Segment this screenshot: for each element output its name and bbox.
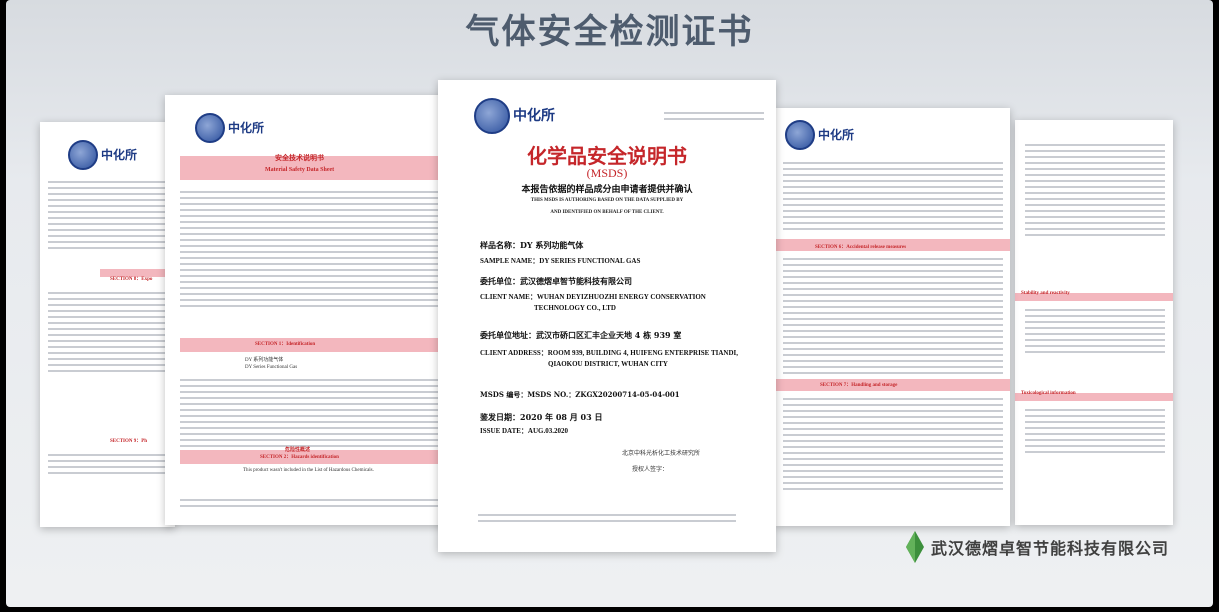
section-heading: SECTION 9：Ph — [110, 439, 148, 444]
client-name-en-2: TECHNOLOGY CO., LTD — [534, 304, 616, 312]
document-far-left: 中化所 SECTION 8：Expo SECTION 9：Ph — [40, 122, 175, 527]
institute-logo: 中化所 — [785, 120, 854, 150]
doc-reference — [664, 108, 764, 124]
section-heading: SECTION 6：Accidental release measures — [815, 245, 907, 250]
company-name: 武汉德熠卓智节能科技有限公司 — [931, 539, 1170, 558]
signatory-label: 授权人签字： — [632, 466, 669, 473]
hazard-title-cn: 危险性概述 — [285, 448, 311, 453]
doc-body-text — [48, 450, 168, 478]
logo-icon — [68, 140, 98, 170]
institute-logo: 中化所 — [68, 140, 137, 170]
sample-name-cn: 样品名称：DY 系列功能气体 — [480, 240, 584, 250]
logo-icon — [785, 120, 815, 150]
client-address-cn: 委托单位地址：武汉市硚口区汇丰企业天地 4 栋 939 室 — [480, 330, 682, 340]
section-heading: SECTION 2：Hazards identification — [260, 455, 339, 460]
logo-text: 中化所 — [228, 121, 265, 135]
hazard-text: This product wasn't included in the List… — [243, 468, 374, 473]
msds-number: MSDS 编号：MSDS NO.：ZKGX20200714-05-04-001 — [480, 390, 680, 399]
institute-name: 北京中科光析化工技术研究所 — [622, 450, 701, 457]
doc-body-text — [48, 177, 168, 253]
doc-subtitle-en-1: THIS MSDS IS AUTHORING BASED ON THE DATA… — [530, 198, 684, 203]
product-name-en: DY Series Functional Gas — [245, 365, 298, 370]
document-center: 中化所 化学品安全说明书 (MSDS) 本报告依据的样品成分由申请者提供并确认 … — [438, 80, 776, 552]
logo-text: 中化所 — [101, 148, 138, 162]
sample-name-en: SAMPLE NAME：DY SERIES FUNCTIONAL GAS — [480, 257, 641, 265]
institute-logo: 中化所 — [195, 113, 264, 143]
doc-subtitle-cn: 本报告依据的样品成分由申请者提供并确认 — [521, 185, 693, 195]
section-heading: Stability and reactivity — [1021, 291, 1070, 296]
document-right: 中化所 SECTION 6：Accidental release measure… — [775, 108, 1010, 526]
doc-body-text — [180, 375, 440, 451]
doc-title-cn: 化学品安全说明书 — [527, 144, 687, 168]
leaf-logo-icon — [906, 531, 924, 563]
doc-body-text — [783, 394, 1003, 494]
doc-title-en: Material Safety Data Sheet — [265, 167, 335, 173]
document-far-right: Stability and reactivity Toxicological i… — [1015, 120, 1173, 525]
screenshot-stage: 气体安全检测证书 中化所 SECTION 8：Expo SECTION 9：Ph… — [0, 0, 1219, 612]
doc-body-text — [783, 158, 1003, 234]
product-name: DY 系列功能气体 — [245, 358, 284, 363]
client-name-en-1: CLIENT NAME：WUHAN DEYIZHUOZHI ENERGY CON… — [480, 293, 706, 301]
document-left: 中化所 安全技术说明书 Material Safety Data Sheet S… — [165, 95, 450, 525]
doc-title-cn: 安全技术说明书 — [275, 154, 324, 162]
logo-icon — [474, 98, 510, 134]
logo-text: 中化所 — [818, 128, 855, 142]
client-address-en-1: CLIENT ADDRESS：ROOM 939, BUILDING 4, HUI… — [480, 349, 739, 357]
section-heading: SECTION 1：Identification — [255, 342, 316, 347]
section-heading: Toxicological information — [1021, 391, 1076, 396]
issue-date-en: ISSUE DATE：AUG.03.2020 — [480, 427, 568, 435]
contents-table — [180, 187, 440, 311]
doc-body-text — [1025, 305, 1165, 357]
doc-body-text — [783, 254, 1003, 378]
doc-body-text — [1025, 140, 1165, 240]
doc-footer — [478, 510, 736, 526]
footer-text — [180, 495, 440, 511]
doc-title-msds: (MSDS) — [586, 166, 628, 180]
doc-body-text — [1025, 405, 1165, 457]
page-title: 气体安全检测证书 — [465, 12, 754, 52]
company-brand: 武汉德熠卓智节能科技有限公司 — [905, 531, 1169, 563]
section-heading: SECTION 7：Handling and storage — [820, 383, 898, 388]
logo-text: 中化所 — [513, 108, 555, 124]
section-heading: SECTION 8：Expo — [110, 277, 153, 282]
client-name-cn: 委托单位：武汉德熠卓智节能科技有限公司 — [480, 276, 632, 286]
client-address-en-2: QIAOKOU DISTRICT, WUHAN CITY — [548, 360, 668, 368]
doc-subtitle-en-2: AND IDENTIFIED ON BEHALF OF THE CLIENT. — [550, 210, 664, 215]
issue-date-cn: 鉴发日期：2020 年 08 月 03 日 — [480, 412, 603, 422]
logo-icon — [195, 113, 225, 143]
doc-body-text — [48, 288, 168, 376]
institute-logo: 中化所 — [474, 98, 555, 134]
